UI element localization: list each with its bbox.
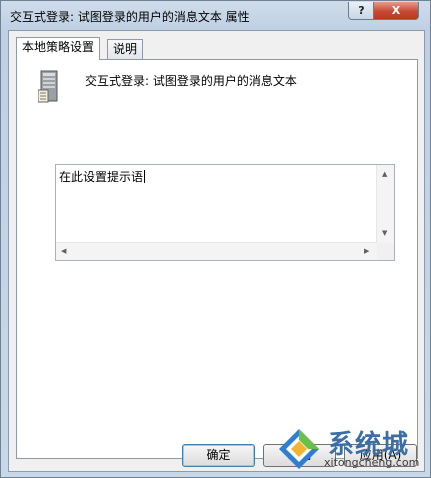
vertical-scrollbar[interactable]: ▲ ▼ xyxy=(376,165,394,243)
scroll-right-icon[interactable]: ▶ xyxy=(364,247,369,255)
ok-button[interactable]: 确定 xyxy=(182,444,255,467)
window-title: 交互式登录: 试图登录的用户的消息文本 属性 xyxy=(10,10,250,24)
watermark: 系统城 xitongcheng.com xyxy=(272,420,430,477)
scroll-up-icon[interactable]: ▲ xyxy=(382,170,387,178)
scroll-down-icon[interactable]: ▼ xyxy=(382,229,387,237)
policy-name: 交互式登录: 试图登录的用户的消息文本 xyxy=(85,74,297,88)
tab-local-policy-setting[interactable]: 本地策略设置 xyxy=(16,37,101,60)
scroll-left-icon[interactable]: ◀ xyxy=(61,247,66,255)
close-button[interactable]: X xyxy=(373,2,419,20)
tab-panel: 交互式登录: 试图登录的用户的消息文本 在此设置提示语 ▲ ▼ ◀ ▶ xyxy=(16,59,418,459)
server-icon xyxy=(38,70,58,103)
diamond-logo-icon xyxy=(279,429,319,469)
dialog-body: 本地策略设置 说明 交互式登录: 试图登录的用户的消息文本 在此设置提示语 ▲ … xyxy=(8,30,425,472)
horizontal-scrollbar[interactable]: ◀ ▶ xyxy=(56,242,377,260)
message-text-input[interactable]: 在此设置提示语 ▲ ▼ ◀ ▶ xyxy=(55,164,395,261)
title-bar[interactable]: 交互式登录: 试图登录的用户的消息文本 属性 ? X xyxy=(1,1,430,29)
help-button[interactable]: ? xyxy=(348,2,375,20)
properties-dialog: 交互式登录: 试图登录的用户的消息文本 属性 ? X 本地策略设置 说明 交互式… xyxy=(0,0,431,478)
scrollbar-corner xyxy=(377,243,394,260)
watermark-url: xitongcheng.com xyxy=(324,456,420,469)
tab-explain[interactable]: 说明 xyxy=(107,39,144,59)
message-text-value: 在此设置提示语 xyxy=(59,170,144,184)
text-caret xyxy=(144,170,146,183)
